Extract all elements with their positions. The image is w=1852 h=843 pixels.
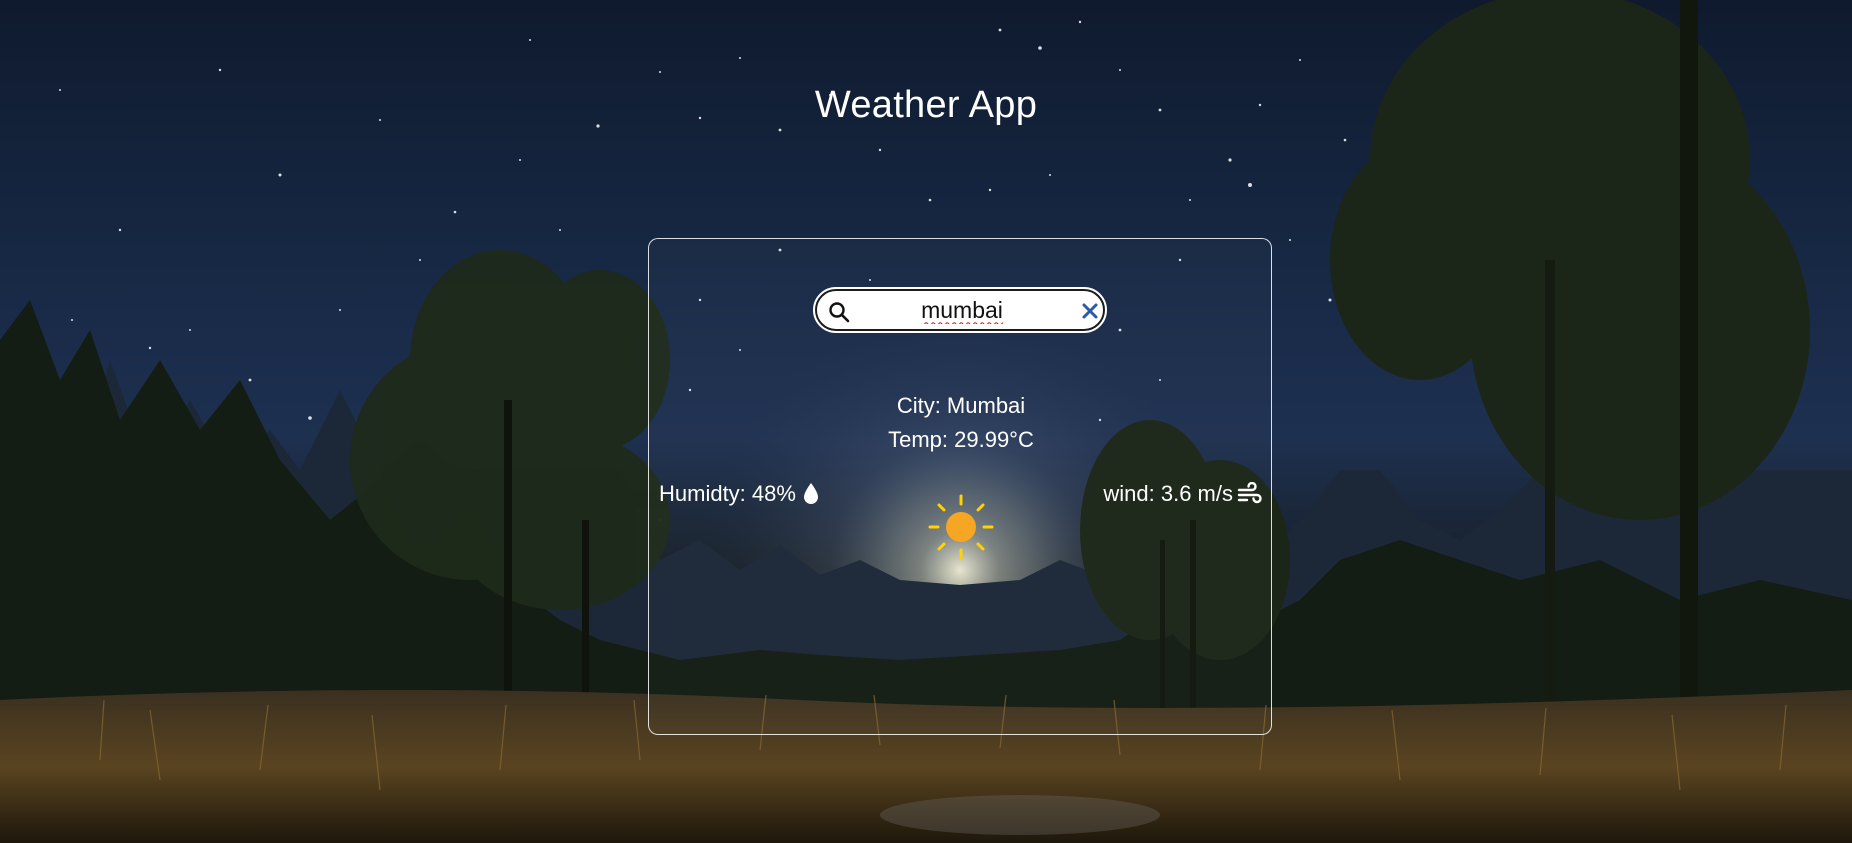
app-title: Weather App	[814, 84, 1038, 126]
humidity-info: Humidty: 48%	[659, 481, 820, 507]
search-box[interactable]	[813, 287, 1107, 333]
weather-card: City: Mumbai Temp: 29.99°C Humidty: 48% …	[648, 238, 1272, 735]
wind-icon	[1237, 482, 1262, 504]
city-label: City: Mumbai	[896, 393, 1026, 418]
wind-label: wind: 3.6 m/s	[1103, 481, 1233, 506]
search-icon[interactable]	[827, 300, 851, 324]
search-input[interactable]	[857, 295, 1067, 325]
wind-info: wind: 3.6 m/s	[1103, 481, 1263, 507]
close-icon[interactable]	[1081, 302, 1099, 320]
droplet-icon	[803, 483, 818, 504]
humidity-label: Humidty: 48%	[659, 481, 796, 506]
sun-icon	[928, 494, 994, 560]
app-background: Weather App City: Mumbai Temp: 29.99°C H…	[0, 0, 1852, 843]
temperature-label: Temp: 29.99°C	[888, 427, 1034, 452]
